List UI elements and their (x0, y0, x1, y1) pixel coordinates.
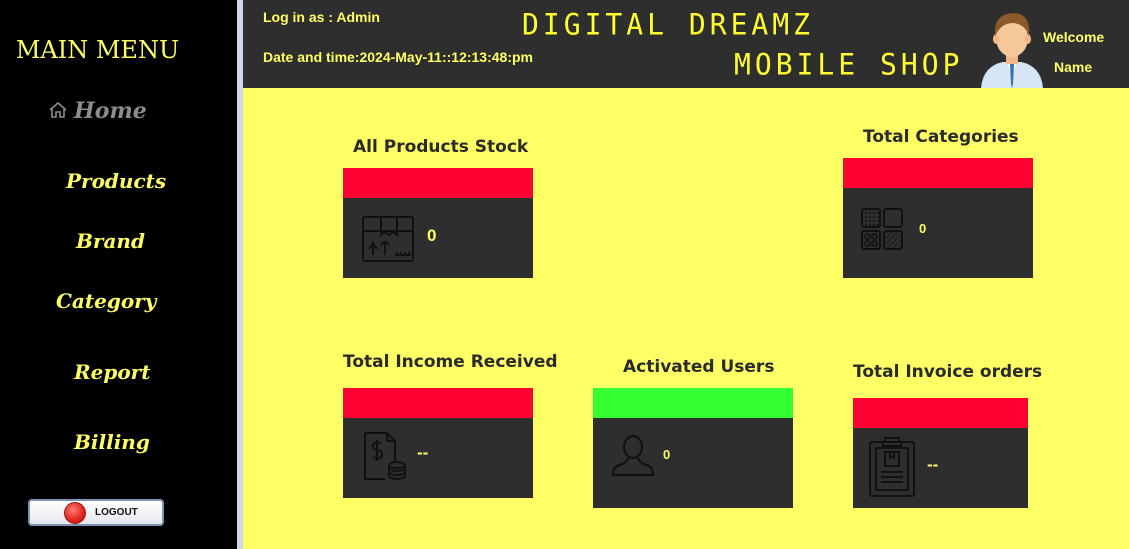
logout-label: LOGOUT (95, 507, 138, 518)
orders-card[interactable]: -- (853, 398, 1028, 508)
invoice-money-icon (364, 432, 406, 480)
welcome-label: Welcome (1043, 29, 1105, 45)
users-card[interactable]: 0 (593, 388, 793, 508)
income-card-title: Total Income Received (343, 352, 558, 372)
categories-card-bar (843, 158, 1033, 188)
brand-title-line2: MOBILE SHOP (734, 47, 964, 82)
income-card-value: -- (417, 443, 429, 462)
sidebar-item-products[interactable]: Products (66, 169, 166, 193)
clipboard-icon (869, 437, 915, 497)
users-card-title: Activated Users (623, 357, 775, 377)
brand-title-line1: DIGITAL DREAMZ (522, 7, 815, 42)
sidebar-item-home[interactable]: Home (48, 98, 147, 124)
sidebar-item-brand[interactable]: Brand (76, 229, 145, 253)
logout-icon (64, 502, 86, 524)
products-card[interactable]: 0 (343, 168, 533, 278)
user-icon (611, 434, 655, 477)
logout-button[interactable]: LOGOUT (28, 499, 164, 526)
products-card-value: 0 (427, 226, 437, 245)
login-status: Log in as : Admin (263, 9, 380, 25)
income-card[interactable]: -- (343, 388, 533, 498)
home-icon (49, 101, 67, 118)
orders-card-value: -- (927, 455, 939, 474)
income-card-bar (343, 388, 533, 418)
avatar (981, 13, 1043, 88)
categories-card[interactable]: 0 (843, 158, 1033, 278)
users-card-bar (593, 388, 793, 418)
header: Log in as : Admin Date and time:2024-May… (243, 0, 1129, 88)
sidebar-item-category[interactable]: Category (56, 289, 156, 313)
categories-card-title: Total Categories (863, 127, 1019, 147)
users-card-value: 0 (663, 447, 671, 462)
sidebar-item-report[interactable]: Report (74, 360, 150, 384)
categories-icon (861, 208, 903, 250)
products-card-bar (343, 168, 533, 198)
dashboard: All Products Stock 0 Total Categories 0 … (243, 88, 1129, 549)
categories-card-value: 0 (919, 221, 927, 236)
box-icon (362, 216, 414, 262)
sidebar-item-label: Home (74, 98, 147, 124)
sidebar: MAIN MENU Home Products Brand Category R… (0, 0, 237, 549)
sidebar-item-billing[interactable]: Billing (74, 430, 150, 454)
orders-card-bar (853, 398, 1028, 428)
main-menu-title: MAIN MENU (15, 36, 180, 64)
products-card-title: All Products Stock (353, 137, 529, 157)
orders-card-title: Total Invoice orders (853, 362, 1043, 382)
user-name: Name (1054, 59, 1093, 75)
date-time: Date and time:2024-May-11::12:13:48:pm (263, 49, 533, 65)
